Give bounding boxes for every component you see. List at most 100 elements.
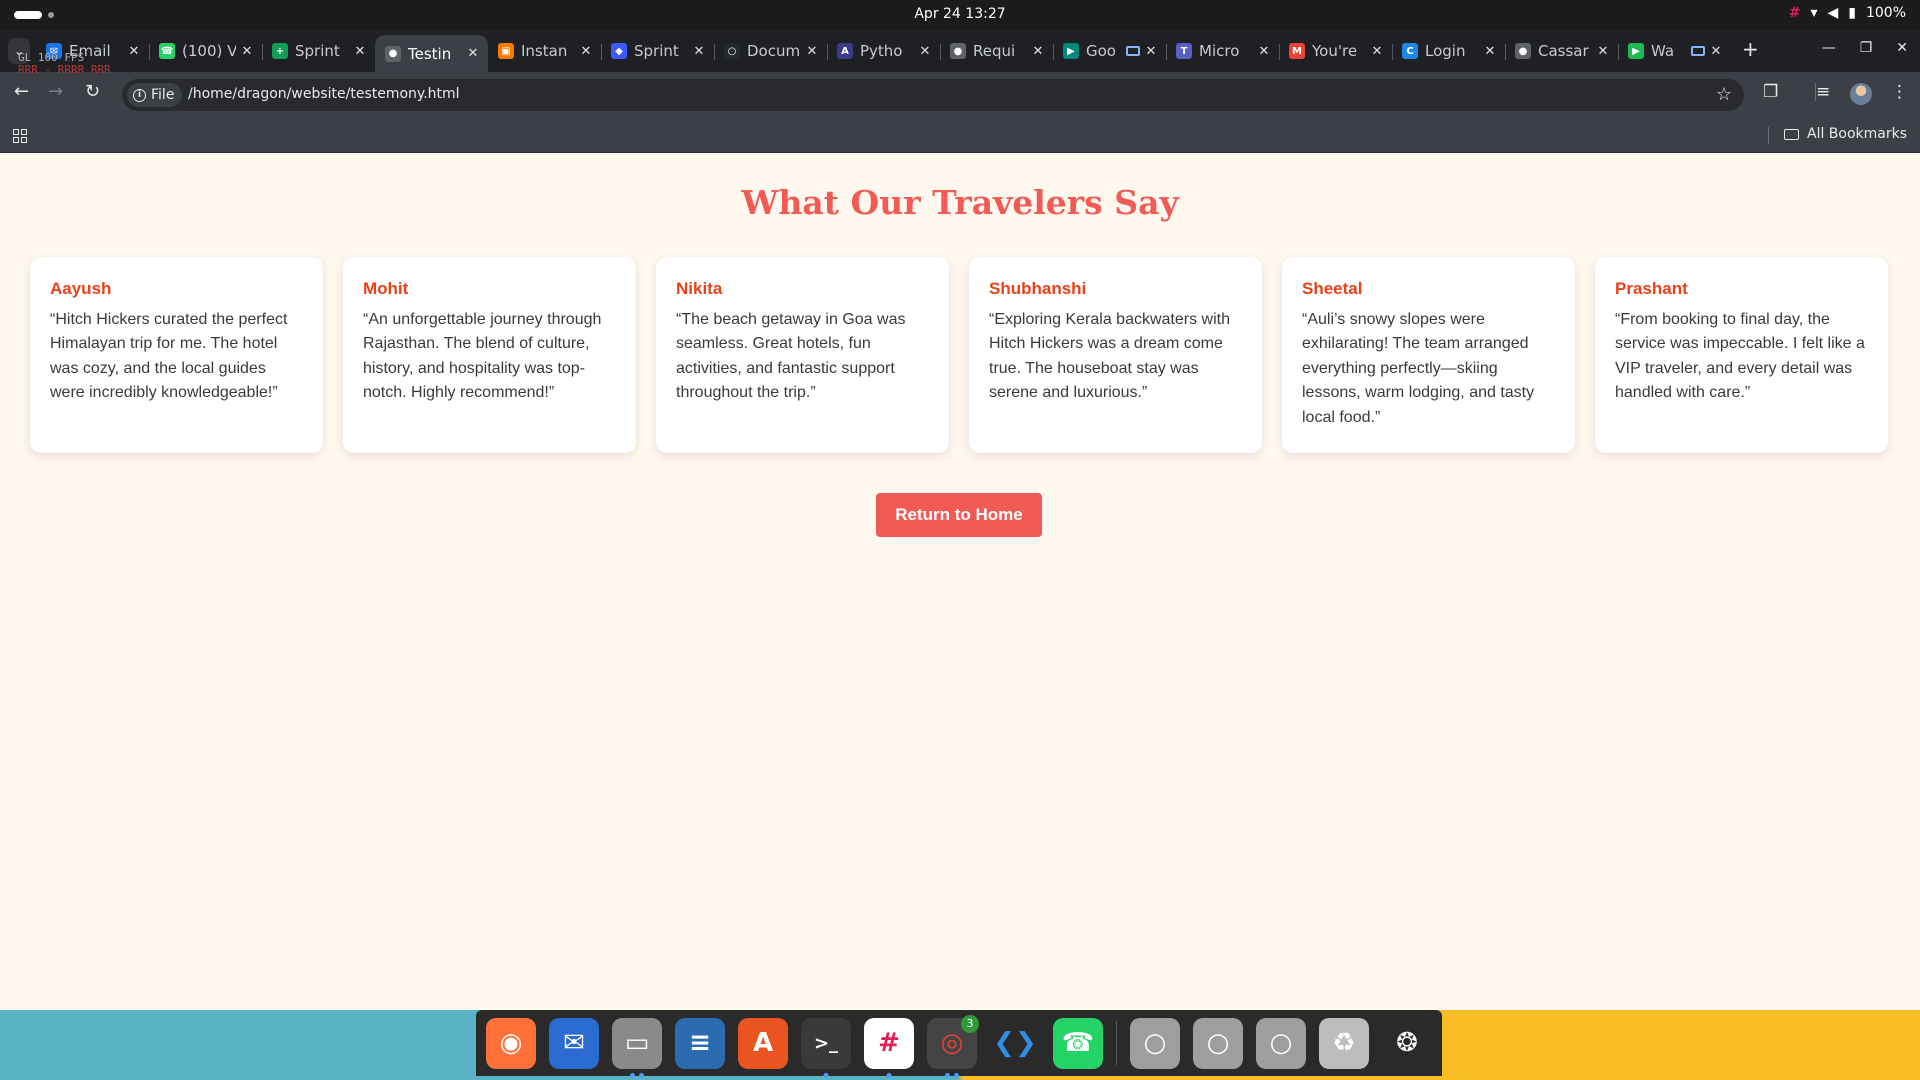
close-tab-icon[interactable]: ✕: [1596, 44, 1610, 59]
back-arrow-icon[interactable]: ←: [14, 83, 29, 101]
browser-tab[interactable]: ☎ (100) V ✕: [149, 35, 262, 67]
browser-tab[interactable]: ▣ Instan ✕: [488, 35, 601, 67]
globe-icon: ●: [1515, 43, 1531, 59]
close-tab-icon[interactable]: ✕: [1483, 44, 1497, 59]
browser-toolbar: ← → ↻ i File /home/dragon/website/testem…: [0, 72, 1920, 118]
firefox-icon[interactable]: ◉: [486, 1017, 536, 1069]
folder-icon: [1784, 128, 1799, 140]
disk-1-icon[interactable]: ○: [1129, 1017, 1180, 1069]
close-tab-icon[interactable]: ✕: [466, 46, 480, 61]
browser-tab[interactable]: ● Requi ✕: [940, 35, 1053, 67]
browser-tab[interactable]: ○ Docum ✕: [714, 35, 827, 67]
whatsapp-icon: ☎: [159, 43, 175, 59]
show-apps-icon[interactable]: ❂: [1381, 1017, 1432, 1069]
browser-tab[interactable]: ▶ Goo ✕: [1053, 35, 1166, 67]
fps-overlay: GL 100 FPS RRR - RRRR RRR: [18, 52, 111, 76]
disk-2-icon[interactable]: ○: [1192, 1017, 1243, 1069]
testimonial-card: Nikita “The beach getaway in Goa was seam…: [656, 257, 949, 453]
close-tab-icon[interactable]: ✕: [1709, 44, 1723, 59]
testimonial-cards: Aayush “Hitch Hickers curated the perfect…: [30, 257, 1888, 453]
media-controls-icon[interactable]: ≡: [1816, 83, 1830, 101]
system-tray[interactable]: # ▾ ◀ ▮ 100%: [1789, 5, 1906, 21]
tab-title: Instan: [521, 42, 568, 60]
testimonial-card: Shubhanshi “Exploring Kerala backwaters w…: [969, 257, 1262, 453]
reload-icon[interactable]: ↻: [85, 83, 100, 101]
address-bar[interactable]: i File /home/dragon/website/testemony.ht…: [122, 79, 1744, 111]
tab-title: Micro: [1199, 42, 1240, 60]
page-title: What Our Travelers Say: [741, 183, 1179, 222]
slack-tray-icon[interactable]: #: [1789, 5, 1801, 21]
site-info-chip[interactable]: i File: [127, 83, 183, 107]
tab-title: Requi: [973, 42, 1016, 60]
notification-badge: 3: [961, 1014, 979, 1033]
restore-icon[interactable]: ❐: [1860, 40, 1873, 56]
close-tab-icon[interactable]: ✕: [353, 44, 367, 59]
close-tab-icon[interactable]: ✕: [1257, 44, 1271, 59]
forward-arrow-icon[interactable]: →: [48, 83, 63, 101]
close-window-icon[interactable]: ✕: [1896, 40, 1908, 56]
close-tab-icon[interactable]: ✕: [1031, 44, 1045, 59]
app-center-icon[interactable]: A: [738, 1017, 788, 1069]
close-tab-icon[interactable]: ✕: [805, 44, 819, 59]
close-tab-icon[interactable]: ✕: [127, 44, 141, 59]
writer-icon[interactable]: ≡: [675, 1017, 725, 1069]
close-tab-icon[interactable]: ✕: [1144, 44, 1158, 59]
files-icon[interactable]: ▭: [612, 1017, 662, 1078]
info-icon: i: [133, 88, 146, 102]
tab-title: You're: [1312, 42, 1358, 60]
trash-icon[interactable]: ♻: [1318, 1017, 1369, 1069]
testimonial-card: Aayush “Hitch Hickers curated the perfect…: [30, 257, 323, 453]
tab-title: Wa: [1651, 42, 1675, 60]
clock[interactable]: Apr 24 13:27: [0, 6, 1920, 22]
menu-kebab-icon[interactable]: ⋮: [1891, 83, 1908, 101]
bookmark-star-icon[interactable]: ☆: [1716, 84, 1732, 105]
url-text[interactable]: /home/dragon/website/testemony.html: [188, 86, 460, 102]
close-tab-icon[interactable]: ✕: [692, 44, 706, 59]
running-indicator: [630, 1072, 644, 1078]
new-tab-button[interactable]: +: [1742, 39, 1759, 59]
fps-overlay-line-2: RRR - RRRR RRR: [18, 63, 111, 76]
tab-title: Login: [1425, 42, 1466, 60]
return-to-home-button[interactable]: Return to Home: [876, 493, 1042, 537]
all-bookmarks-button[interactable]: All Bookmarks: [1784, 126, 1907, 142]
login-icon: C: [1402, 43, 1418, 59]
chrome-icon[interactable]: ◎ 3: [927, 1014, 979, 1078]
teams-icon: T: [1176, 43, 1192, 59]
close-tab-icon[interactable]: ✕: [579, 44, 593, 59]
browser-tab[interactable]: ▶ Wa ✕: [1618, 35, 1731, 67]
disk-3-icon[interactable]: ○: [1255, 1017, 1306, 1069]
testimonial-quote: “Auli’s snowy slopes were exhilarating! …: [1302, 311, 1535, 426]
play-icon: ▶: [1628, 43, 1644, 59]
terminal-icon[interactable]: >_: [801, 1017, 851, 1078]
globe-icon: ●: [385, 45, 401, 62]
minimize-icon[interactable]: —: [1822, 40, 1836, 56]
testimonial-quote: “The beach getaway in Goa was seamless. …: [676, 311, 906, 402]
browser-tab[interactable]: + Sprint ✕: [262, 35, 375, 67]
testimonial-quote: “Hitch Hickers curated the perfect Himal…: [50, 311, 288, 402]
whatsapp-icon[interactable]: ☎: [1053, 1017, 1103, 1069]
close-tab-icon[interactable]: ✕: [240, 44, 254, 59]
browser-tab[interactable]: A Pytho ✕: [827, 35, 940, 67]
apps-grid-icon[interactable]: [13, 129, 27, 143]
close-tab-icon[interactable]: ✕: [918, 44, 932, 59]
testimonial-quote: “An unforgettable journey through Rajast…: [363, 311, 602, 402]
browser-tab[interactable]: C Login ✕: [1392, 35, 1505, 67]
browser-tab[interactable]: ◆ Sprint ✕: [601, 35, 714, 67]
slack-icon[interactable]: #: [864, 1017, 914, 1078]
testimonial-quote: “From booking to final day, the service …: [1615, 311, 1865, 402]
running-indicator: [823, 1072, 829, 1078]
testimonial-author: Prashant: [1615, 279, 1688, 298]
testimonial-author: Shubhanshi: [989, 279, 1087, 298]
browser-tab[interactable]: ● Testin ✕: [375, 35, 488, 72]
browser-tab[interactable]: M You're ✕: [1279, 35, 1392, 67]
running-indicator: [945, 1072, 959, 1078]
thunderbird-icon[interactable]: ✉: [549, 1017, 599, 1069]
extensions-icon[interactable]: ❐: [1763, 83, 1778, 101]
vscode-icon[interactable]: ❮❯: [990, 1017, 1040, 1069]
browser-tab[interactable]: T Micro ✕: [1166, 35, 1279, 67]
close-tab-icon[interactable]: ✕: [1370, 44, 1384, 59]
globe-icon: ●: [950, 43, 966, 59]
profile-avatar[interactable]: [1850, 83, 1872, 105]
browser-tab[interactable]: ● Cassar ✕: [1505, 35, 1618, 67]
github-icon: ○: [724, 43, 740, 59]
